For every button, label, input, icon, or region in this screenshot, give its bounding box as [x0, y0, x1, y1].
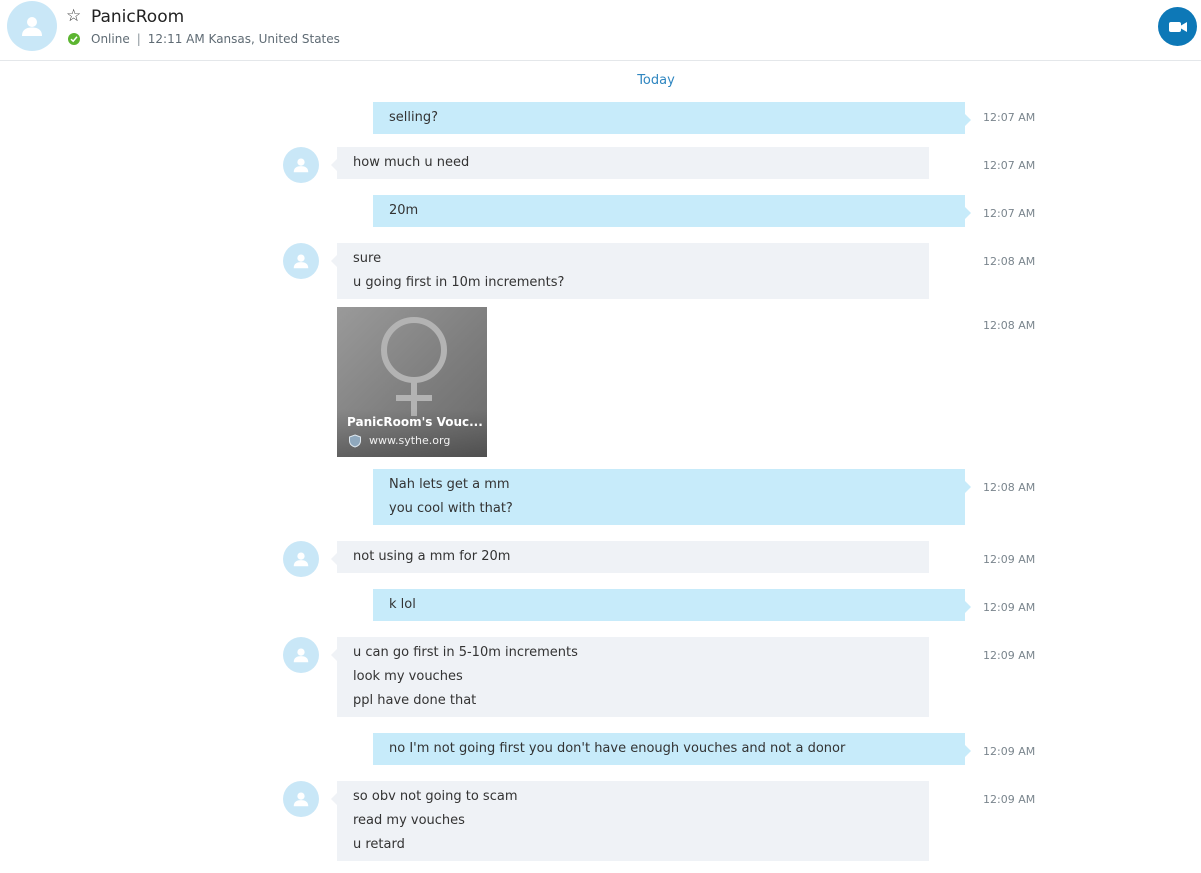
person-icon [293, 648, 309, 663]
checkmark-icon [68, 33, 80, 45]
person-icon [293, 792, 309, 807]
person-icon [22, 17, 42, 36]
shield-icon [349, 434, 361, 448]
message-line: sure [353, 251, 382, 266]
message-line: selling? [389, 110, 438, 125]
message-time: 12:09 AM [983, 649, 1036, 662]
message-time: 12:09 AM [983, 745, 1036, 758]
local-time: 12:11 AM Kansas, United States [147, 32, 340, 46]
message-line: you cool with that? [389, 501, 513, 516]
outgoing-message[interactable]: k lol [373, 589, 971, 621]
outgoing-message[interactable]: selling? [373, 102, 971, 134]
message-time: 12:09 AM [983, 553, 1036, 566]
message-line: so obv not going to scam [353, 789, 518, 804]
contact-avatar-small[interactable] [283, 781, 319, 817]
contact-avatar[interactable] [7, 1, 57, 51]
video-call-button[interactable] [1158, 7, 1197, 46]
message-time: 12:07 AM [983, 207, 1036, 220]
incoming-message[interactable]: u can go first in 5-10m increments look … [331, 637, 929, 717]
contact-avatar-small[interactable] [283, 147, 319, 183]
incoming-message[interactable]: how much u need [331, 147, 929, 179]
contact-avatar-small[interactable] [283, 541, 319, 577]
contact-avatar-small[interactable] [283, 243, 319, 279]
message-time: 12:08 AM [983, 255, 1036, 268]
outgoing-message[interactable]: 20m [373, 195, 971, 227]
incoming-message[interactable]: so obv not going to scam read my vouches… [331, 781, 929, 861]
outgoing-message[interactable]: no I'm not going first you don't have en… [373, 733, 971, 765]
link-site: www.sythe.org [369, 434, 451, 447]
message-time: 12:08 AM [983, 319, 1036, 332]
video-camera-icon [1168, 21, 1187, 32]
message-time: 12:07 AM [983, 159, 1036, 172]
female-symbol-icon [381, 317, 447, 416]
message-line: u going first in 10m increments? [353, 275, 565, 290]
contact-avatar-small[interactable] [283, 637, 319, 673]
message-line: Nah lets get a mm [389, 477, 510, 492]
status-text: Online [91, 32, 130, 46]
contact-name[interactable]: PanicRoom [91, 6, 184, 28]
message-line: k lol [389, 597, 416, 612]
outgoing-message[interactable]: Nah lets get a mm you cool with that? [373, 469, 971, 525]
person-icon [293, 254, 309, 269]
message-line: look my vouches [353, 669, 463, 684]
message-line: no I'm not going first you don't have en… [389, 741, 846, 756]
message-time: 12:08 AM [983, 481, 1036, 494]
status-separator: | [136, 32, 141, 46]
message-time: 12:09 AM [983, 601, 1036, 614]
message-line: 20m [389, 203, 419, 218]
message-line: ppl have done that [353, 693, 477, 708]
star-outline-icon[interactable]: ☆ [66, 6, 81, 26]
link-title: PanicRoom's Vouc... [347, 415, 483, 429]
incoming-message[interactable]: sure u going first in 10m increments? [331, 243, 929, 299]
message-line: how much u need [353, 155, 470, 170]
link-preview-card[interactable]: PanicRoom's Vouc... www.sythe.org [337, 307, 487, 457]
message-line: not using a mm for 20m [353, 549, 511, 564]
message-time: 12:07 AM [983, 111, 1036, 124]
person-icon [293, 158, 309, 173]
contact-status: Online | 12:11 AM Kansas, United States [68, 31, 340, 47]
message-line: read my vouches [353, 813, 465, 828]
person-icon [293, 552, 309, 567]
message-line: u can go first in 5-10m increments [353, 645, 578, 660]
incoming-message[interactable]: not using a mm for 20m [331, 541, 929, 573]
day-divider: Today [637, 73, 675, 88]
message-line: u retard [353, 837, 405, 852]
conversation-header: ☆ PanicRoom Online | 12:11 AM Kansas, Un… [0, 0, 1201, 61]
message-time: 12:09 AM [983, 793, 1036, 806]
